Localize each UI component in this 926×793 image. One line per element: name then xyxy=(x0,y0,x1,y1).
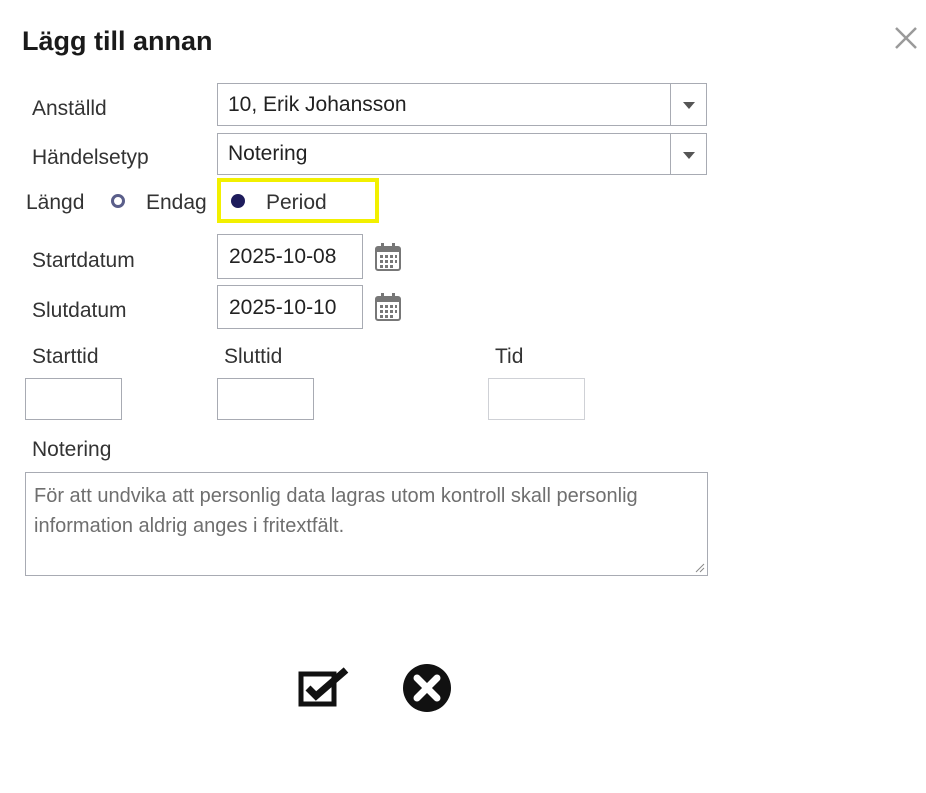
end-time-label: Sluttid xyxy=(224,345,283,368)
note-label: Notering xyxy=(32,438,112,461)
end-date-value: 2025-10-10 xyxy=(229,296,337,319)
radio-period[interactable] xyxy=(231,194,245,208)
calendar-icon[interactable] xyxy=(374,242,402,272)
time-input xyxy=(488,378,585,420)
event-type-select[interactable]: Notering xyxy=(217,133,707,175)
chevron-down-icon[interactable] xyxy=(670,134,706,174)
employee-select[interactable]: 10, Erik Johansson xyxy=(217,83,707,126)
note-placeholder: För att undvika att personlig data lagra… xyxy=(34,485,638,537)
chevron-down-icon[interactable] xyxy=(670,84,706,125)
circle-x-icon[interactable] xyxy=(402,663,452,713)
employee-value: 10, Erik Johansson xyxy=(228,93,407,116)
start-date-label: Startdatum xyxy=(32,249,135,272)
employee-label: Anställd xyxy=(32,97,107,120)
time-label: Tid xyxy=(495,345,524,368)
length-label: Längd xyxy=(26,191,85,214)
radio-period-label[interactable]: Period xyxy=(266,190,327,216)
radio-endag[interactable] xyxy=(111,194,125,208)
end-date-label: Slutdatum xyxy=(32,299,127,322)
start-date-input[interactable]: 2025-10-08 xyxy=(217,234,363,279)
event-type-value: Notering xyxy=(228,142,308,165)
close-icon[interactable] xyxy=(892,24,920,52)
start-time-label: Starttid xyxy=(32,345,99,368)
end-time-input[interactable] xyxy=(217,378,314,420)
checkbox-check-icon[interactable] xyxy=(298,664,354,710)
resize-grip-icon[interactable] xyxy=(695,563,705,573)
event-type-label: Händelsetyp xyxy=(32,146,149,169)
dialog-title: Lägg till annan xyxy=(22,26,213,56)
start-date-value: 2025-10-08 xyxy=(229,245,337,268)
calendar-icon[interactable] xyxy=(374,292,402,322)
note-textarea[interactable]: För att undvika att personlig data lagra… xyxy=(25,472,708,576)
radio-endag-label[interactable]: Endag xyxy=(146,190,207,216)
end-date-input[interactable]: 2025-10-10 xyxy=(217,285,363,329)
start-time-input[interactable] xyxy=(25,378,122,420)
